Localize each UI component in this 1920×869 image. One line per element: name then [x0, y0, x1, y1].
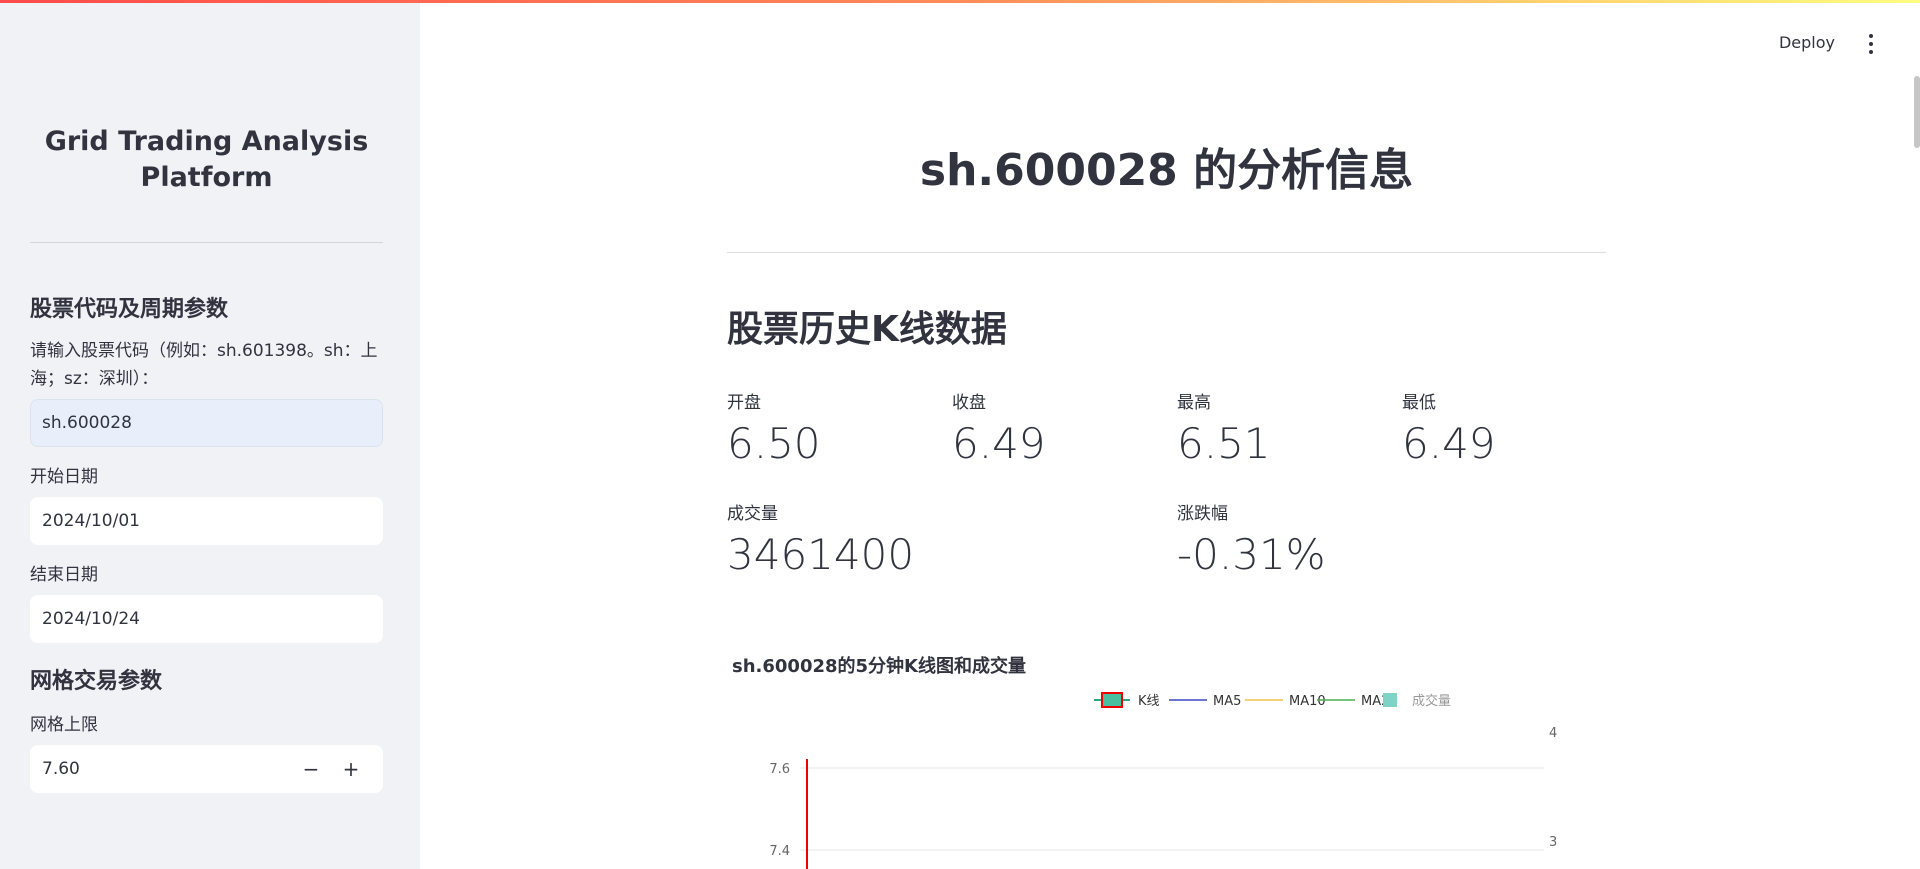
- metric-volume-value: 3461400: [727, 530, 915, 579]
- deploy-button[interactable]: Deploy: [1779, 33, 1835, 52]
- start-date-value: 2024/10/01: [42, 511, 140, 531]
- grid-params-header: 网格交易参数: [30, 669, 163, 694]
- grid-upper-increment-button[interactable]: +: [331, 749, 371, 789]
- stock-code-input[interactable]: sh.600028: [30, 399, 383, 447]
- legend-kline-swatch: [1101, 692, 1123, 708]
- metric-close-label: 收盘: [952, 393, 986, 413]
- metric-volume-label: 成交量: [727, 504, 778, 524]
- y-tick-left: 7.6: [769, 762, 790, 777]
- more-menu-icon[interactable]: [1866, 34, 1876, 54]
- metric-close: 收盘 6.49: [952, 388, 1046, 469]
- main-divider: [727, 252, 1606, 253]
- metric-low-label: 最低: [1402, 393, 1436, 413]
- metric-change: 涨跌幅 -0.31%: [1177, 499, 1326, 580]
- chart-gridlines: [800, 767, 1544, 851]
- y-tick-left: 7.4: [769, 844, 790, 859]
- legend-label-4: 成交量: [1412, 693, 1451, 709]
- end-date-label: 结束日期: [30, 565, 98, 585]
- kline-chart[interactable]: K线 MA5 MA10 MA20 成交量 7.67.4 43: [727, 680, 1606, 869]
- stock-params-header: 股票代码及周期参数: [30, 297, 229, 322]
- end-date-input[interactable]: 2024/10/24: [30, 595, 383, 643]
- page-title: sh.600028 的分析信息: [919, 145, 1414, 196]
- metric-close-value: 6.49: [952, 419, 1046, 468]
- grid-upper-label: 网格上限: [30, 715, 98, 735]
- stock-code-label: 请输入股票代码（例如：sh.601398。sh：上海；sz：深圳）：: [30, 341, 378, 389]
- sidebar-title-line1: Grid Trading Analysis: [44, 126, 369, 157]
- sidebar-title-line2: Platform: [140, 162, 273, 193]
- grid-upper-value: 7.60: [42, 759, 80, 779]
- sidebar-divider: [30, 242, 383, 243]
- grid-upper-input[interactable]: 7.60 − +: [30, 745, 383, 793]
- metric-change-label: 涨跌幅: [1177, 504, 1228, 524]
- metric-high: 最高 6.51: [1177, 388, 1271, 469]
- start-date-input[interactable]: 2024/10/01: [30, 497, 383, 545]
- legend-label-1: MA5: [1213, 694, 1241, 709]
- legend-volume-swatch: [1383, 693, 1397, 707]
- metric-open: 开盘 6.50: [727, 388, 821, 469]
- y-tick-right: 4: [1549, 726, 1557, 741]
- chart-y-axis-left: 7.6 7.4: [769, 762, 790, 859]
- metric-high-value: 6.51: [1177, 419, 1271, 468]
- top-accent-bar: [0, 0, 1920, 3]
- end-date-value: 2024/10/24: [42, 609, 140, 629]
- grid-upper-decrement-button[interactable]: −: [291, 749, 331, 789]
- metric-low: 最低 6.49: [1402, 388, 1496, 469]
- chart-title: sh.600028的5分钟K线图和成交量: [732, 656, 1026, 677]
- kline-subheading: 股票历史K线数据: [727, 309, 1007, 350]
- chart-y-axis-right: 43: [1549, 726, 1557, 850]
- start-date-label: 开始日期: [30, 467, 98, 487]
- sidebar-title: Grid Trading Analysis Platform: [30, 124, 383, 196]
- y-tick-right: 3: [1549, 835, 1557, 850]
- metric-open-label: 开盘: [727, 393, 761, 413]
- scrollbar-thumb[interactable]: [1914, 76, 1920, 148]
- metric-change-value: -0.31%: [1177, 530, 1326, 579]
- metric-high-label: 最高: [1177, 393, 1211, 413]
- chart-legend[interactable]: K线 MA5 MA10 MA20 成交量: [1094, 692, 1451, 709]
- stock-code-value: sh.600028: [42, 413, 132, 433]
- metric-low-value: 6.49: [1402, 419, 1496, 468]
- metric-open-value: 6.50: [727, 419, 821, 468]
- legend-label-2: MA10: [1289, 694, 1326, 709]
- sidebar: Grid Trading Analysis Platform 股票代码及周期参数…: [0, 0, 420, 869]
- metric-volume: 成交量 3461400: [727, 499, 914, 580]
- main-area: Deploy sh.600028 的分析信息 股票历史K线数据 开盘 6.50 …: [420, 0, 1920, 869]
- legend-label-0: K线: [1138, 694, 1160, 709]
